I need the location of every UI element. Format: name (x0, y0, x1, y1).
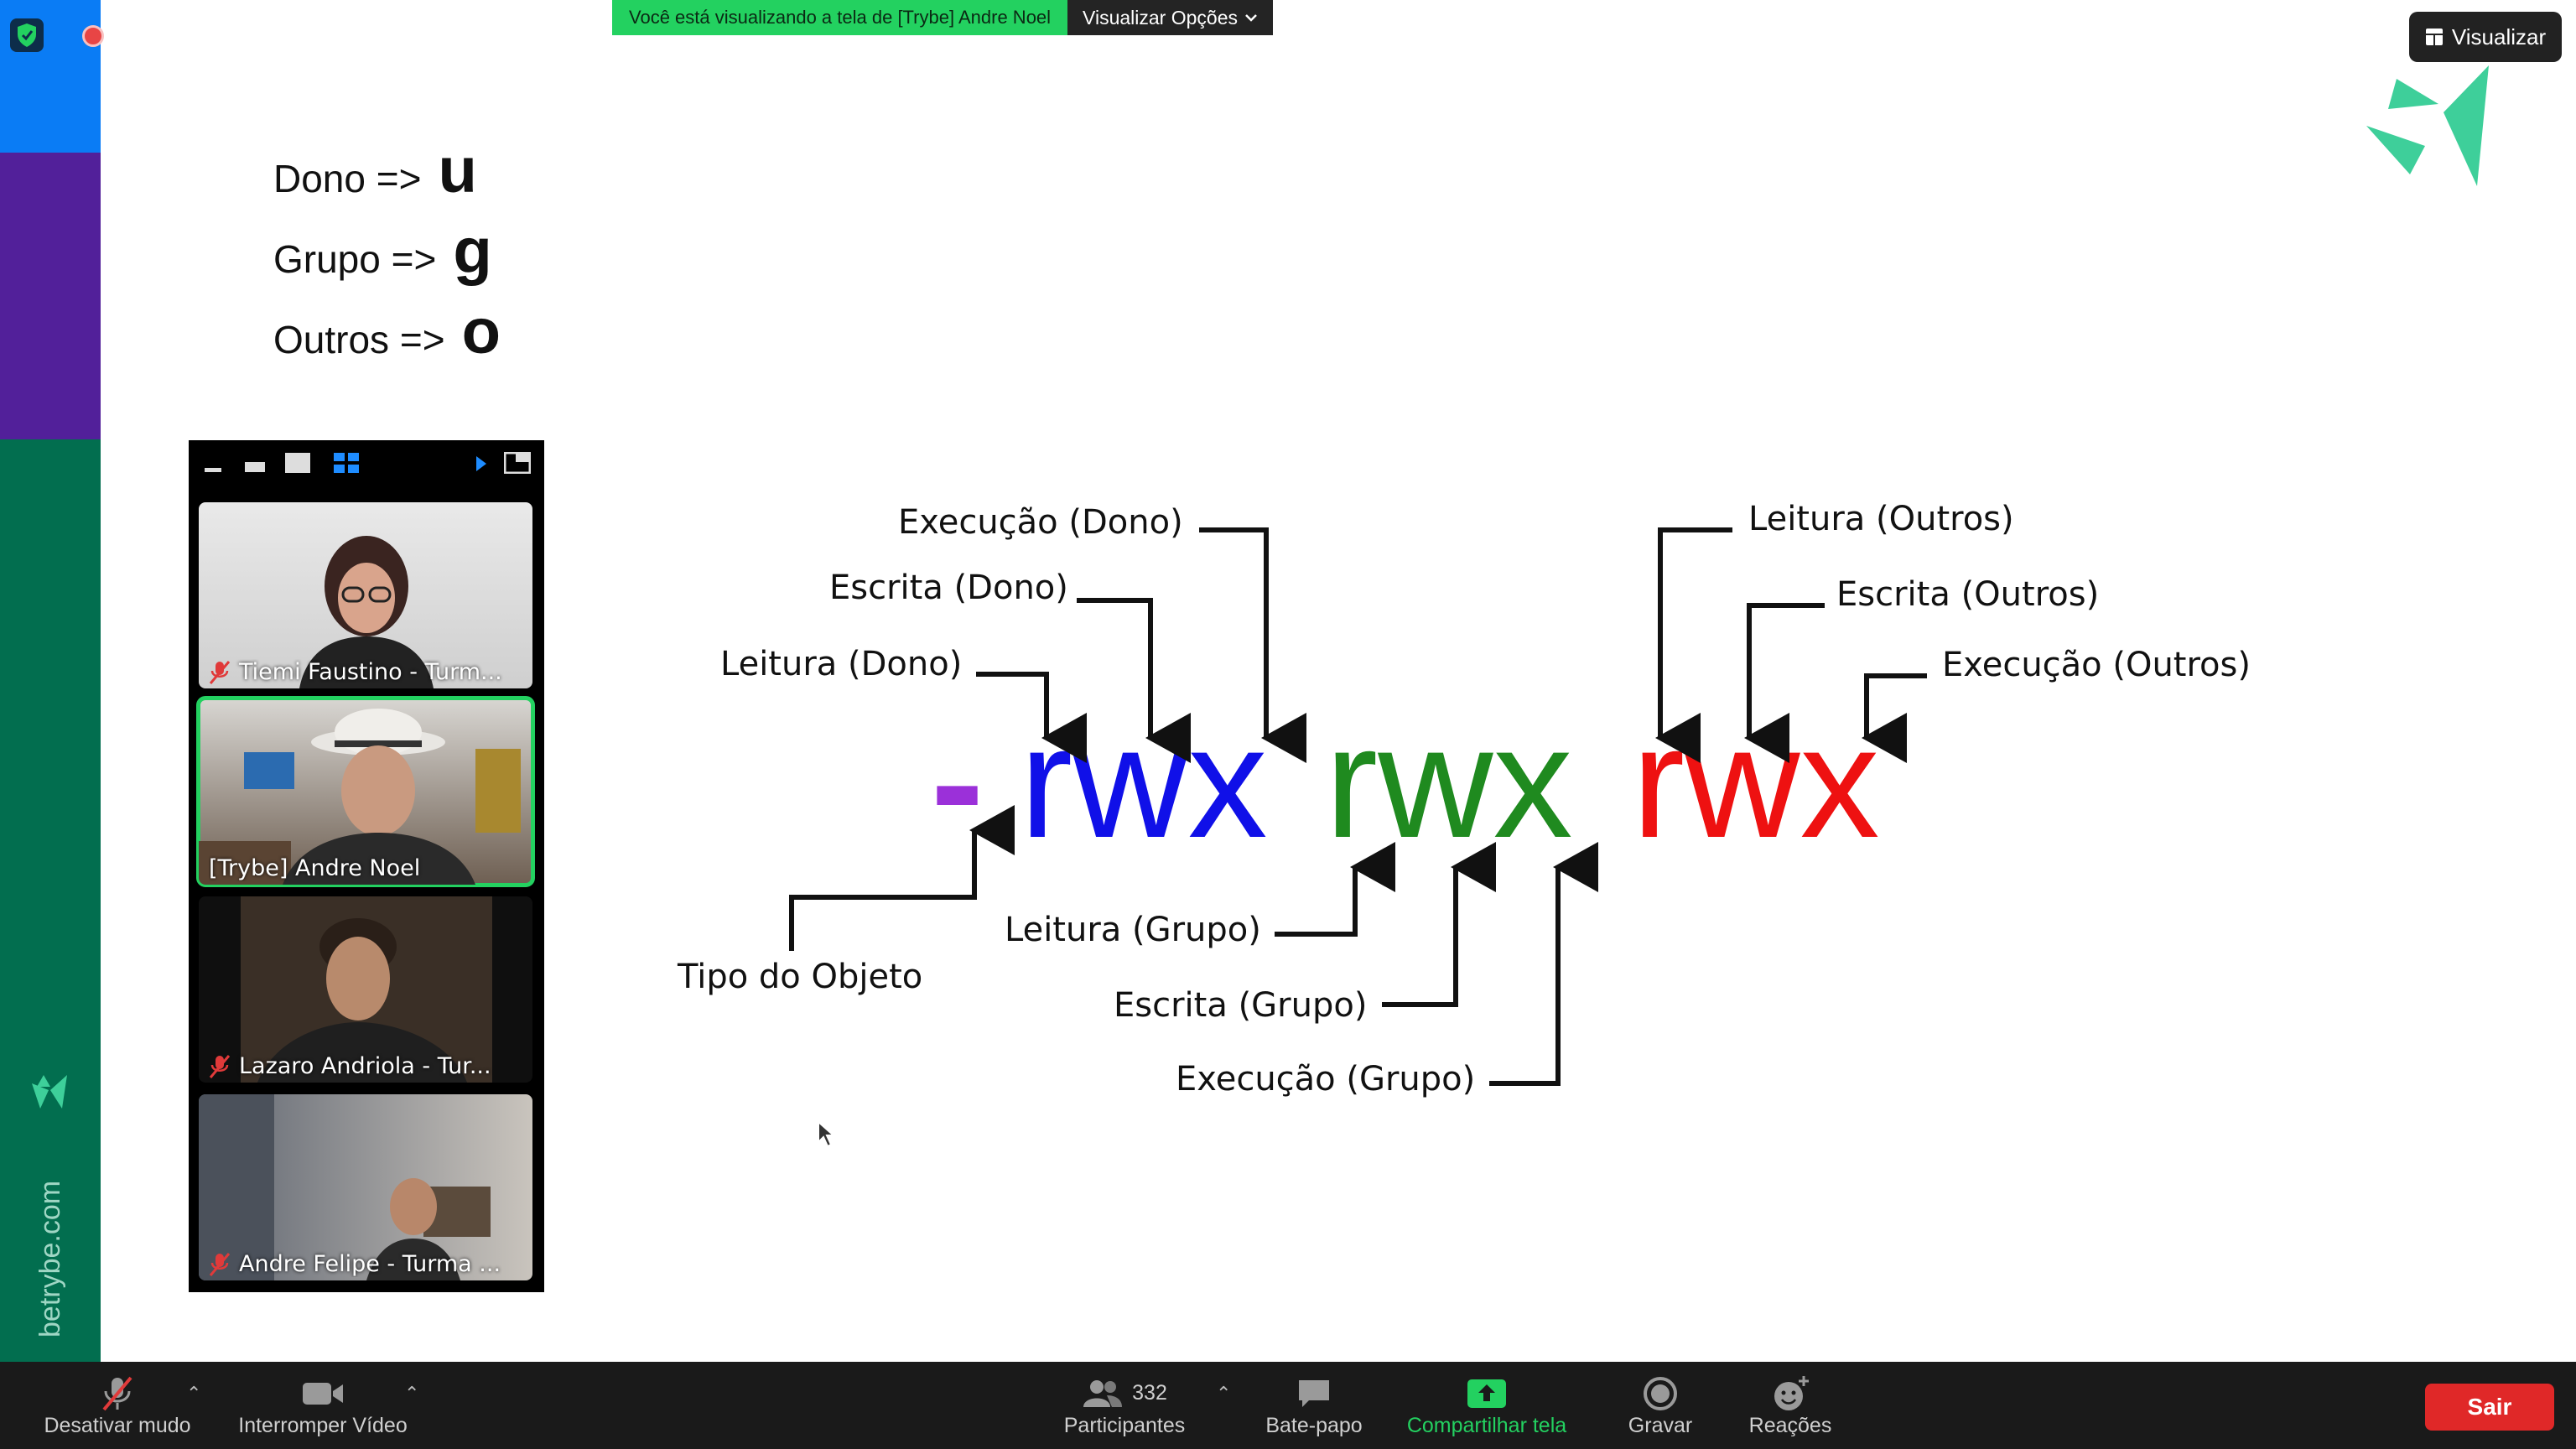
participant-name: Lazaro Andriola - Tur... (239, 1053, 491, 1079)
label-exec-others: Execução (Outros) (1942, 646, 2251, 684)
muted-mic-icon (209, 1054, 231, 1078)
grid-view-icon (2425, 29, 2443, 45)
label-write-others: Escrita (Outros) (1836, 575, 2099, 614)
view-button-label: Visualizar (2451, 23, 2547, 49)
legend-label: Dono => (273, 157, 422, 200)
gallery-view-icon[interactable] (333, 452, 360, 474)
chat-bubble-icon (1299, 1379, 1329, 1407)
reactions-button[interactable]: Reações (1736, 1362, 1845, 1449)
participant-tile[interactable]: Andre Felipe - Turma ... (199, 1094, 532, 1280)
security-shield-icon[interactable] (10, 18, 44, 52)
muted-mic-icon (209, 1252, 231, 1276)
meeting-toolbar: Desativar mudo ⌃ Interromper Vídeo ⌃ 332… (0, 1362, 2576, 1449)
participants-icon (1083, 1379, 1123, 1407)
label-read-group: Leitura (Grupo) (1005, 911, 1261, 949)
video-camera-icon (303, 1382, 343, 1405)
stop-video-label: Interromper Vídeo (238, 1413, 408, 1437)
minimize-icon[interactable] (204, 455, 222, 474)
video-panel: Tiemi Faustino - Turm... [Trybe] Andre N… (189, 440, 544, 1292)
participant-tile[interactable]: Lazaro Andriola - Tur... (199, 896, 532, 1083)
participant-name-row: Andre Felipe - Turma ... (209, 1251, 526, 1277)
play-arrow-icon[interactable] (472, 454, 489, 474)
speaker-strip-icon[interactable] (244, 455, 266, 474)
brand-url-text: betrybe.com (34, 1180, 66, 1337)
legend-letter: o (461, 296, 501, 367)
muted-mic-icon (102, 1376, 132, 1410)
participant-tile[interactable]: Tiemi Faustino - Turm... (199, 502, 532, 688)
participant-name: Tiemi Faustino - Turm... (239, 659, 502, 685)
arrow-read-group (1275, 842, 1395, 937)
label-read-owner: Leitura (Dono) (720, 645, 962, 683)
legend-group: Grupo => g (273, 215, 492, 288)
video-panel-toolbar (189, 440, 544, 487)
permissions-diagram: - rwx rwx rwx Execução (Dono) Escrita (D… (677, 500, 2251, 1098)
video-options-caret-icon[interactable]: ⌃ (404, 1384, 419, 1405)
share-banner-text: Você está visualizando a tela de [Trybe]… (612, 0, 1068, 35)
legend-label: Outros => (273, 318, 445, 361)
view-button[interactable]: Visualizar (2409, 12, 2562, 62)
trybe-slide-logo-icon (2363, 62, 2497, 200)
chat-label: Bate-papo (1265, 1413, 1363, 1437)
reaction-smiley-icon (1774, 1375, 1809, 1410)
single-view-icon[interactable] (284, 452, 311, 474)
brand-sidebar: betrybe.com (0, 0, 104, 1362)
audio-options-caret-icon[interactable]: ⌃ (186, 1384, 201, 1405)
participants-label: Participantes (1063, 1413, 1186, 1437)
participant-name-row: Lazaro Andriola - Tur... (209, 1053, 526, 1079)
share-screen-label: Compartilhar tela (1406, 1413, 1567, 1437)
brand-url: betrybe.com (34, 1170, 67, 1337)
participants-button[interactable]: 332 Participantes (1053, 1362, 1196, 1449)
legend-letter: u (438, 135, 477, 206)
leave-meeting-button[interactable]: Sair (2425, 1384, 2554, 1431)
legend-label: Grupo => (273, 237, 437, 281)
exit-panel-icon[interactable] (504, 452, 531, 474)
record-icon (1644, 1376, 1677, 1410)
participants-count: 332 (1132, 1381, 1167, 1405)
label-write-owner: Escrita (Dono) (829, 569, 1068, 607)
view-options-label: Visualizar Opções (1083, 7, 1238, 29)
chat-button[interactable]: Bate-papo (1253, 1362, 1375, 1449)
record-button[interactable]: Gravar (1610, 1362, 1711, 1449)
participant-tile-active-speaker[interactable]: [Trybe] Andre Noel (196, 696, 535, 887)
trybe-logo-icon (29, 1072, 70, 1117)
label-exec-owner: Execução (Dono) (898, 503, 1183, 542)
share-screen-icon (1467, 1379, 1506, 1408)
participant-name: [Trybe] Andre Noel (209, 855, 421, 881)
owner-perms: rwx (1020, 693, 1267, 871)
label-exec-group: Execução (Grupo) (1176, 1060, 1475, 1098)
participant-name-row: Tiemi Faustino - Turm... (209, 659, 526, 685)
reactions-label: Reações (1748, 1413, 1832, 1437)
legend-others: Outros => o (273, 295, 501, 368)
label-read-others: Leitura (Outros) (1748, 500, 2014, 538)
arrow-write-group (1382, 842, 1496, 1007)
group-perms: rwx (1325, 693, 1572, 871)
screen-share-banner: Você está visualizando a tela de [Trybe]… (612, 0, 1273, 35)
mouse-cursor-icon (818, 1120, 836, 1148)
muted-mic-icon (209, 660, 231, 684)
participants-options-caret-icon[interactable]: ⌃ (1216, 1384, 1231, 1405)
participant-name-row: [Trybe] Andre Noel (209, 855, 526, 881)
view-options-dropdown[interactable]: Visualizar Opções (1067, 0, 1273, 35)
recording-indicator-icon (82, 25, 104, 47)
legend-owner: Dono => u (273, 134, 477, 207)
legend-letter: g (453, 216, 492, 287)
unmute-label: Desativar mudo (44, 1413, 191, 1437)
unmute-button[interactable]: Desativar mudo (32, 1362, 203, 1449)
share-screen-button[interactable]: Compartilhar tela (1392, 1362, 1581, 1449)
participant-name: Andre Felipe - Turma ... (239, 1251, 501, 1277)
others-perms: rwx (1632, 693, 1879, 871)
label-object-type: Tipo do Objeto (677, 958, 922, 996)
label-write-group: Escrita (Grupo) (1114, 986, 1367, 1025)
brand-strip-purple (0, 153, 101, 439)
record-label: Gravar (1628, 1413, 1693, 1437)
chevron-down-icon (1245, 14, 1257, 22)
stop-video-button[interactable]: Interromper Vídeo (228, 1362, 418, 1449)
arrow-exec-group (1489, 842, 1598, 1086)
